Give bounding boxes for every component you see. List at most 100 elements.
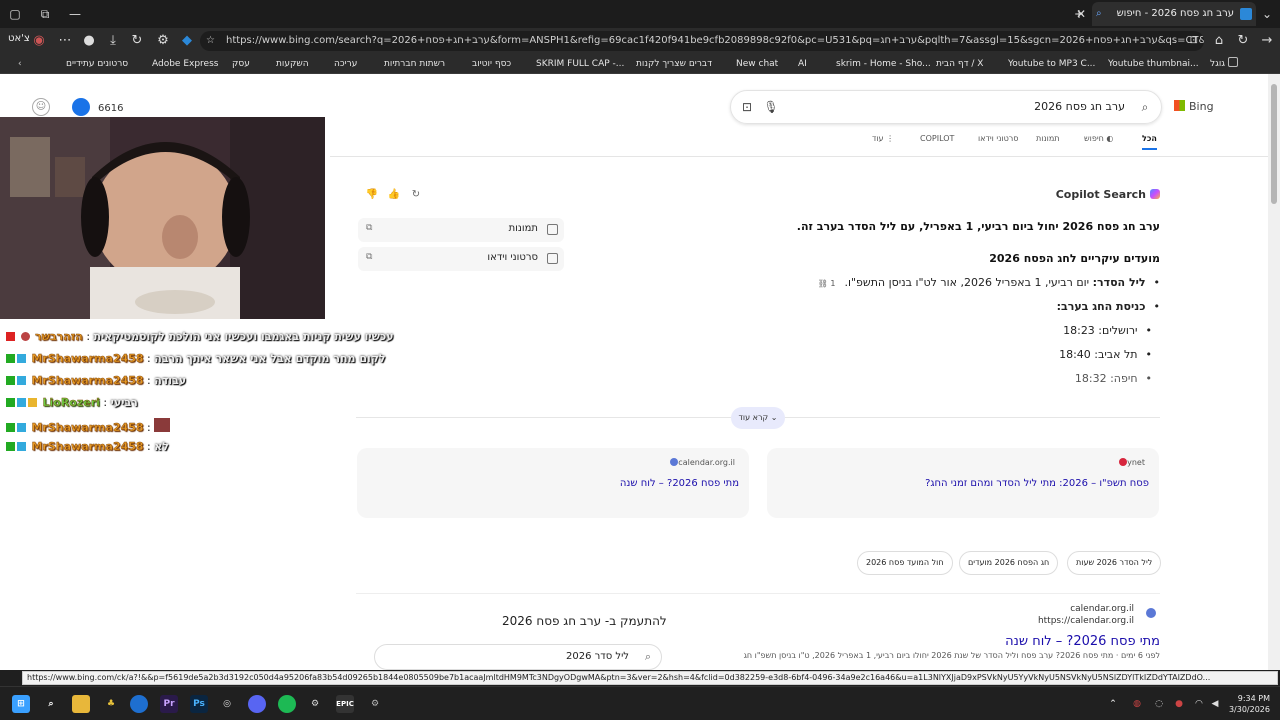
source-title[interactable]: מתי פסח 2026? – לוח שנה xyxy=(620,478,739,489)
bookmark-item[interactable]: עריכה xyxy=(334,57,357,71)
close-tab-icon[interactable]: ✕ xyxy=(1076,2,1086,26)
search-icon[interactable]: ⌕ xyxy=(42,695,60,713)
profile-icon[interactable]: ☺ xyxy=(32,98,50,116)
badge-icon xyxy=(17,398,26,407)
scrollbar-thumb[interactable] xyxy=(1271,84,1277,204)
bookmark-item[interactable]: עסק xyxy=(232,57,250,71)
stream-chat: עכשיו עשית קניות באגמבו ועכשיו אני הולכת… xyxy=(0,330,394,462)
network-icon[interactable]: ◌ xyxy=(1150,695,1168,713)
bookmark-item[interactable]: Youtube thumbnai... xyxy=(1108,57,1199,71)
rewards-points[interactable]: 6616 xyxy=(72,98,123,116)
read-more-button[interactable]: קרא עוד ⌄ xyxy=(731,407,785,429)
bing-logo[interactable]: Bing xyxy=(1174,100,1214,113)
home-icon[interactable]: ⌂ xyxy=(1210,32,1228,50)
bookmark-item[interactable]: סרטונים עתידיים xyxy=(66,57,128,71)
settings-icon[interactable]: ⚙ xyxy=(366,695,384,713)
app-icon[interactable]: ♣ xyxy=(102,695,120,713)
badge-icon xyxy=(28,398,37,407)
webcam-overlay xyxy=(0,117,325,319)
related-chip[interactable]: חג הפסח 2026 מועדים xyxy=(959,551,1059,575)
bookmark-item[interactable]: SKRIM FULL CAP -... xyxy=(536,57,624,71)
tab-videos[interactable]: סרטוני וידאו xyxy=(978,134,1018,143)
videos-card[interactable]: ⧉ סרטוני וידאו xyxy=(358,247,564,271)
chevron-down-icon[interactable]: ⌄ xyxy=(1258,5,1276,23)
thumbs-down-icon[interactable]: 👎 xyxy=(365,188,379,202)
kick-badge-icon xyxy=(6,423,15,432)
download-icon[interactable]: ⤓ xyxy=(104,32,122,50)
bookmark-item[interactable]: AI xyxy=(798,57,807,71)
bookmark-item[interactable]: Adobe Express xyxy=(152,57,218,71)
steam-icon[interactable]: ⚙ xyxy=(306,695,324,713)
more-icon[interactable]: ⋯ xyxy=(56,32,74,50)
kick-badge-icon xyxy=(6,376,15,385)
related-search[interactable]: ליל סדר 2026 ⌕ xyxy=(374,644,662,670)
kick-badge-icon xyxy=(6,354,15,363)
bookmark-item[interactable]: השקעות xyxy=(276,57,309,71)
epic-games-icon[interactable]: EPIC xyxy=(336,695,354,713)
copilot-search-header: Copilot Search xyxy=(1056,188,1160,201)
spotify-icon[interactable] xyxy=(278,695,296,713)
regenerate-icon[interactable]: ↻ xyxy=(409,188,423,202)
kick-badge-icon xyxy=(6,398,15,407)
chevron-left-icon[interactable]: ‹ xyxy=(18,57,22,71)
bookmark-item[interactable]: גוגל xyxy=(1210,57,1241,71)
history-icon[interactable]: ↻ xyxy=(128,32,146,50)
premiere-icon[interactable]: Pr xyxy=(160,695,178,713)
tab-all[interactable]: הכל xyxy=(1142,134,1157,150)
source-card-calendar[interactable]: calendar.org.il מתי פסח 2026? – לוח שנה xyxy=(357,448,749,518)
bookmark-item[interactable]: כסף יוטיוב xyxy=(472,57,511,71)
bookmark-item[interactable]: דף הבית / X xyxy=(936,57,983,71)
copilot-icon[interactable]: ◉ xyxy=(30,32,48,50)
forward-icon[interactable]: → xyxy=(1258,32,1276,50)
obs-icon[interactable]: ◎ xyxy=(218,695,236,713)
visual-search-icon[interactable]: ⊡ xyxy=(739,99,755,115)
scrollbar[interactable] xyxy=(1268,74,1280,670)
tab-search[interactable]: חיפוש ◐ xyxy=(1084,134,1113,143)
bookmark-item[interactable]: skrim - Home - Sho... xyxy=(836,57,931,71)
file-explorer-icon[interactable] xyxy=(72,695,90,713)
thumbs-up-icon[interactable]: 👍 xyxy=(387,188,401,202)
avatar[interactable]: ● xyxy=(80,32,98,50)
tabs-divider xyxy=(330,156,1268,157)
microphone-icon[interactable]: ● xyxy=(1170,695,1188,713)
minimize-icon[interactable]: — xyxy=(66,5,84,23)
image-icon xyxy=(547,224,558,235)
citation-badge[interactable]: 1 ⛓ xyxy=(815,279,839,288)
volume-icon[interactable]: ◀ xyxy=(1206,695,1224,713)
chevron-up-icon[interactable]: ⌃ xyxy=(1104,695,1122,713)
source-title[interactable]: פסח תשפ"ו – 2026: מתי ליל הסדר ומהם זמני… xyxy=(925,478,1149,489)
windows-start-icon[interactable]: ⊞ xyxy=(12,695,30,713)
photoshop-icon[interactable]: Ps xyxy=(190,695,208,713)
bookmark-item[interactable]: New chat xyxy=(736,57,778,71)
discord-icon[interactable] xyxy=(248,695,266,713)
bookmark-item[interactable]: רשתות חברתיות xyxy=(384,57,445,71)
search-icon[interactable]: ⌕ xyxy=(1137,99,1153,115)
related-chip[interactable]: חול המועד פסח 2026 xyxy=(857,551,953,575)
tab-images[interactable]: תמונות xyxy=(1036,134,1060,143)
related-chip[interactable]: ליל הסדר 2026 שעות xyxy=(1067,551,1162,575)
search-icon: ⌕ xyxy=(1096,8,1102,19)
bookmark-item[interactable]: Youtube to MP3 C... xyxy=(1008,57,1095,71)
system-clock[interactable]: 9:34 PM 3/30/2026 xyxy=(1229,693,1270,715)
search-input[interactable]: ⊡ 🎙 ערב חג פסח 2026 ⌕ xyxy=(730,90,1162,124)
tab-more[interactable]: עוד ⋮ xyxy=(872,134,894,143)
extensions-icon[interactable]: ⚙ xyxy=(154,32,172,50)
edge-icon[interactable] xyxy=(130,695,148,713)
tab-actions-icon[interactable]: ⧉ xyxy=(36,5,54,23)
window-icon[interactable]: ▢ xyxy=(6,5,24,23)
result-title[interactable]: מתי פסח 2026? – לוח שנה xyxy=(1005,634,1160,649)
refresh-icon[interactable]: ↻ xyxy=(1234,32,1252,50)
events-title: מועדים עיקריים לחג הפסח 2026 xyxy=(989,252,1160,265)
url-field[interactable]: ☆ https://www.bing.com/search?q=2026+ערב… xyxy=(200,31,1204,51)
source-card-ynet[interactable]: ynet פסח תשפ"ו – 2026: מתי ליל הסדר ומהם… xyxy=(767,448,1159,518)
active-tab[interactable]: ✕ ⌕ ערב חג פסח 2026 - חיפוש xyxy=(1076,2,1256,26)
profile-label[interactable]: צ'אט xyxy=(8,33,30,44)
tray-icon[interactable]: ◍ xyxy=(1128,695,1146,713)
favorite-star-icon[interactable]: ☆ xyxy=(206,31,215,51)
shield-icon[interactable]: ◆ xyxy=(178,32,196,50)
bookmark-item[interactable]: דברים שצריך לקנות xyxy=(636,57,712,71)
images-card[interactable]: ⧉ תמונות xyxy=(358,218,564,242)
result-site[interactable]: calendar.org.il https://calendar.org.il xyxy=(1038,603,1134,627)
tab-copilot[interactable]: COPILOT xyxy=(920,134,954,143)
microphone-icon[interactable]: 🎙 xyxy=(763,99,779,115)
